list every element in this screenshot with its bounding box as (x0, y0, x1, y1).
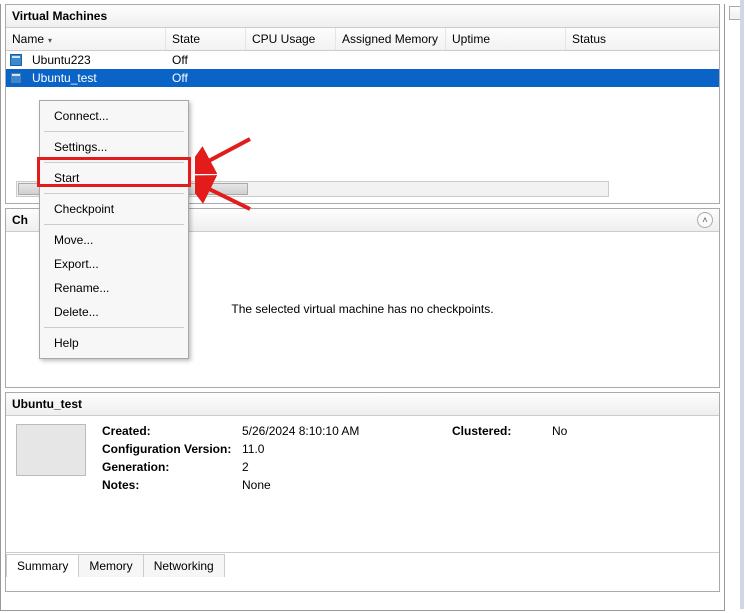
vm-icon (10, 54, 22, 66)
vm-row-selected[interactable]: Ubuntu_test Off (6, 69, 719, 87)
hyperv-manager-pane: Virtual Machines Name ▾ State CPU Usage A… (0, 4, 725, 611)
sort-caret-icon: ▾ (48, 36, 52, 45)
clustered-value: No (552, 424, 612, 438)
menu-export[interactable]: Export... (40, 252, 188, 276)
col-state[interactable]: State (166, 28, 246, 50)
created-label: Created: (102, 424, 232, 438)
window-right-edge (740, 0, 744, 609)
menu-separator (44, 327, 184, 328)
tab-summary[interactable]: Summary (6, 554, 79, 577)
menu-separator (44, 224, 184, 225)
vm-icon (10, 72, 22, 84)
vm-column-headers: Name ▾ State CPU Usage Assigned Memory Up… (6, 28, 719, 51)
menu-connect[interactable]: Connect... (40, 104, 188, 128)
menu-delete[interactable]: Delete... (40, 300, 188, 324)
generation-value: 2 (242, 460, 442, 474)
details-title: Ubuntu_test (6, 393, 719, 416)
created-value: 5/26/2024 8:10:10 AM (242, 424, 442, 438)
vm-rows: Ubuntu223 Off Ubuntu_test Off (6, 51, 719, 87)
menu-separator (44, 162, 184, 163)
tab-memory[interactable]: Memory (78, 554, 143, 577)
clustered-label: Clustered: (452, 424, 542, 438)
menu-separator (44, 131, 184, 132)
col-status[interactable]: Status (566, 28, 719, 50)
vm-details-panel: Ubuntu_test Created: 5/26/2024 8:10:10 A… (5, 392, 720, 592)
menu-rename[interactable]: Rename... (40, 276, 188, 300)
config-label: Configuration Version: (102, 442, 232, 456)
notes-value: None (242, 478, 442, 492)
details-body: Created: 5/26/2024 8:10:10 AM Clustered:… (6, 416, 719, 496)
menu-start[interactable]: Start (40, 166, 188, 190)
config-value: 11.0 (242, 442, 442, 456)
col-name[interactable]: Name ▾ (6, 28, 166, 50)
menu-move[interactable]: Move... (40, 228, 188, 252)
vm-name-cell: Ubuntu223 (26, 53, 166, 67)
checkpoints-title-stub: Ch (12, 213, 28, 227)
vm-context-menu: Connect... Settings... Start Checkpoint … (39, 100, 189, 359)
col-cpu[interactable]: CPU Usage (246, 28, 336, 50)
vm-row[interactable]: Ubuntu223 Off (6, 51, 719, 69)
checkpoints-empty-text: The selected virtual machine has no chec… (231, 302, 493, 316)
col-name-label: Name (12, 32, 44, 46)
vm-name-cell: Ubuntu_test (26, 71, 166, 85)
details-properties: Created: 5/26/2024 8:10:10 AM Clustered:… (102, 424, 612, 492)
vm-state-cell: Off (166, 71, 246, 85)
details-tabs: Summary Memory Networking (6, 552, 719, 576)
vm-state-cell: Off (166, 53, 246, 67)
vm-thumbnail (16, 424, 86, 476)
generation-label: Generation: (102, 460, 232, 474)
menu-settings[interactable]: Settings... (40, 135, 188, 159)
col-memory[interactable]: Assigned Memory (336, 28, 446, 50)
notes-label: Notes: (102, 478, 232, 492)
col-uptime[interactable]: Uptime (446, 28, 566, 50)
vm-panel-title: Virtual Machines (6, 5, 719, 28)
collapse-button-icon[interactable]: ˄ (697, 212, 713, 228)
menu-checkpoint[interactable]: Checkpoint (40, 197, 188, 221)
tab-networking[interactable]: Networking (143, 554, 225, 577)
menu-help[interactable]: Help (40, 331, 188, 355)
menu-separator (44, 193, 184, 194)
